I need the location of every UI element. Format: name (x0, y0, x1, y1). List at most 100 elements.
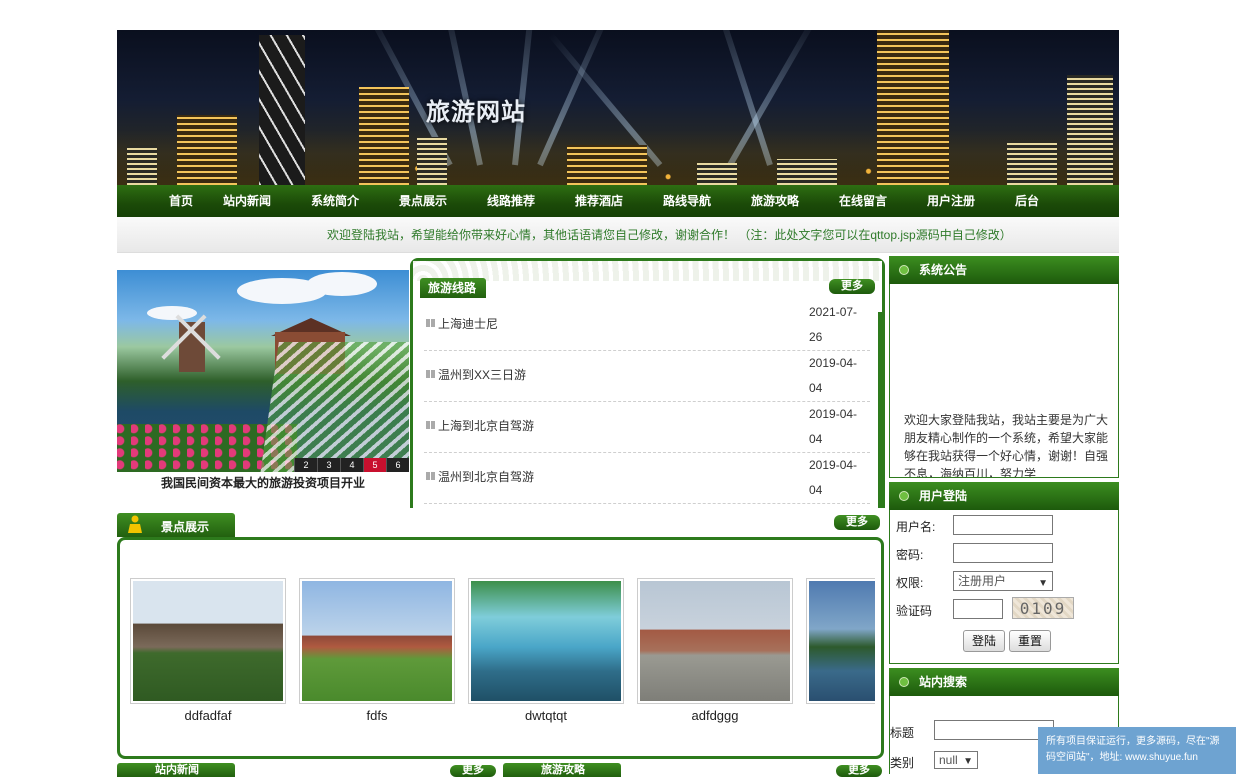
news-slideshow[interactable]: 2 3 4 5 6 (117, 270, 409, 472)
scenic-item[interactable]: adfdggg (637, 578, 793, 723)
captcha-image[interactable]: 0109 (1012, 597, 1074, 619)
bullet-icon (899, 265, 909, 275)
scenic-item[interactable]: dwtqtqt (468, 578, 624, 723)
slide-page-6[interactable]: 6 (386, 458, 409, 472)
scenic-caption[interactable]: dfa (806, 708, 876, 723)
routes-list: 上海迪士尼 2021-07- 26 温州到XX三日游 2019-04- 04 上海到… (424, 300, 870, 504)
scenic-image-frame[interactable] (637, 578, 793, 704)
route-date: 2019-04- 04 (809, 351, 865, 401)
announcement-title: 系统公告 (919, 263, 968, 277)
building (177, 115, 237, 185)
announcement-text: 欢迎大家登陆我站，我站主要是为广大朋友精心制作的一个系统，希望大家能够在我站获得… (904, 413, 1109, 478)
scenic-image[interactable] (809, 581, 875, 701)
scenic-image-frame[interactable] (468, 578, 624, 704)
route-row[interactable]: 上海迪士尼 2021-07- 26 (424, 300, 870, 351)
bullet-icon (426, 370, 435, 378)
scenic-caption[interactable]: ddfadfaf (130, 708, 286, 723)
slide-page-2[interactable]: 2 (294, 458, 317, 472)
scenic-panel: ddfadfaf fdfs dwtqtqt adfdggg dfa (117, 537, 884, 759)
slide-page-4[interactable]: 4 (340, 458, 363, 472)
scenic-caption[interactable]: dwtqtqt (468, 708, 624, 723)
building (127, 145, 157, 185)
route-row[interactable]: 温州到北京自驾游 2019-04- 04 (424, 453, 870, 504)
nav-register[interactable]: 用户注册 (927, 185, 1015, 217)
tall-building (877, 30, 949, 185)
slide-caption[interactable]: 我国民间资本最大的旅游投资项目开业 (117, 474, 409, 491)
scenic-image[interactable] (133, 581, 283, 701)
nav-guides[interactable]: 旅游攻略 (751, 185, 839, 217)
nav-admin[interactable]: 后台 (1015, 185, 1065, 217)
search-category-label: 类别 (890, 756, 915, 770)
nav-navigation[interactable]: 路线导航 (663, 185, 751, 217)
search-title-label: 标题 (890, 726, 915, 740)
scenic-item[interactable]: fdfs (299, 578, 455, 723)
route-date-line2: 04 (809, 432, 823, 446)
building (777, 159, 837, 185)
tower-building (1067, 75, 1113, 185)
bullet-icon (899, 677, 909, 687)
login-header: 用户登陆 (889, 482, 1119, 510)
role-label: 权限: (896, 576, 924, 590)
search-header: 站内搜索 (889, 668, 1119, 696)
header-banner (117, 30, 1119, 185)
nav-messages[interactable]: 在线留言 (839, 185, 927, 217)
routes-more-button[interactable]: 更多 (829, 279, 875, 294)
route-name[interactable]: 温州到XX三日游 (438, 366, 526, 383)
scenic-image-frame[interactable] (806, 578, 875, 704)
login-button[interactable]: 登陆 (963, 630, 1005, 652)
chevron-down-icon: ▼ (963, 756, 973, 767)
nav-news[interactable]: 站内新闻 (223, 185, 311, 217)
scenic-image[interactable] (302, 581, 452, 701)
captcha-input[interactable] (953, 599, 1003, 619)
bullet-icon (426, 421, 435, 429)
guides-more-button[interactable]: 更多 (836, 765, 882, 777)
news-more-button[interactable]: 更多 (450, 765, 496, 777)
nav-about[interactable]: 系统简介 (311, 185, 399, 217)
nav-hotels[interactable]: 推荐酒店 (575, 185, 663, 217)
bullet-icon (426, 319, 435, 327)
routes-scrollbar[interactable] (878, 312, 882, 508)
reset-button[interactable]: 重置 (1009, 630, 1051, 652)
route-date-line1: 2019-04- (809, 458, 858, 472)
routes-header: 旅游线路 (420, 278, 486, 298)
bullet-icon (426, 472, 435, 480)
route-row[interactable]: 上海到北京自驾游 2019-04- 04 (424, 402, 870, 453)
route-name[interactable]: 上海到北京自驾游 (438, 417, 534, 434)
route-name[interactable]: 温州到北京自驾游 (438, 468, 534, 485)
role-select-value: 注册用户 (958, 574, 1007, 588)
welcome-marquee: 欢迎登陆我站，希望能给你带来好心情，其他话语请您自己修改，谢谢合作！ （注：此处… (117, 217, 1119, 253)
password-label: 密码: (896, 548, 924, 562)
announcement-header: 系统公告 (889, 256, 1119, 284)
nav-home[interactable]: 首页 (169, 185, 223, 217)
slide-pager: 2 3 4 5 6 (294, 458, 409, 472)
username-input[interactable] (953, 515, 1053, 535)
slide-page-3[interactable]: 3 (317, 458, 340, 472)
scenic-item[interactable]: ddfadfaf (130, 578, 286, 723)
route-date: 2019-04- 04 (809, 402, 865, 452)
route-date-line1: 2019-04- (809, 407, 858, 421)
role-select[interactable]: 注册用户 ▼ (953, 571, 1053, 591)
nav-routes[interactable]: 线路推荐 (487, 185, 575, 217)
scenic-image[interactable] (640, 581, 790, 701)
scenic-image-frame[interactable] (299, 578, 455, 704)
building (1007, 140, 1057, 185)
scenic-thumbnails: ddfadfaf fdfs dwtqtqt adfdggg dfa (130, 578, 875, 723)
source-footer-note: 所有项目保证运行，更多源码，尽在"源码空间站"，地址: www.shuyue.f… (1038, 727, 1236, 774)
route-date: 2019-04- 04 (809, 453, 865, 503)
scenic-caption[interactable]: adfdggg (637, 708, 793, 723)
scenic-image-frame[interactable] (130, 578, 286, 704)
route-date: 2021-07- 26 (809, 300, 865, 350)
building (697, 163, 737, 185)
scenic-image[interactable] (471, 581, 621, 701)
route-row[interactable]: 温州到XX三日游 2019-04- 04 (424, 351, 870, 402)
password-input[interactable] (953, 543, 1053, 563)
search-category-select[interactable]: null ▼ (934, 751, 978, 769)
search-title-input[interactable] (934, 720, 1054, 740)
nav-scenic[interactable]: 景点展示 (399, 185, 487, 217)
scenic-caption[interactable]: fdfs (299, 708, 455, 723)
route-name[interactable]: 上海迪士尼 (438, 315, 498, 332)
slide-page-5-active[interactable]: 5 (363, 458, 386, 472)
scenic-item[interactable]: dfa (806, 578, 875, 723)
search-title: 站内搜索 (919, 675, 968, 689)
scenic-more-button[interactable]: 更多 (834, 515, 880, 530)
